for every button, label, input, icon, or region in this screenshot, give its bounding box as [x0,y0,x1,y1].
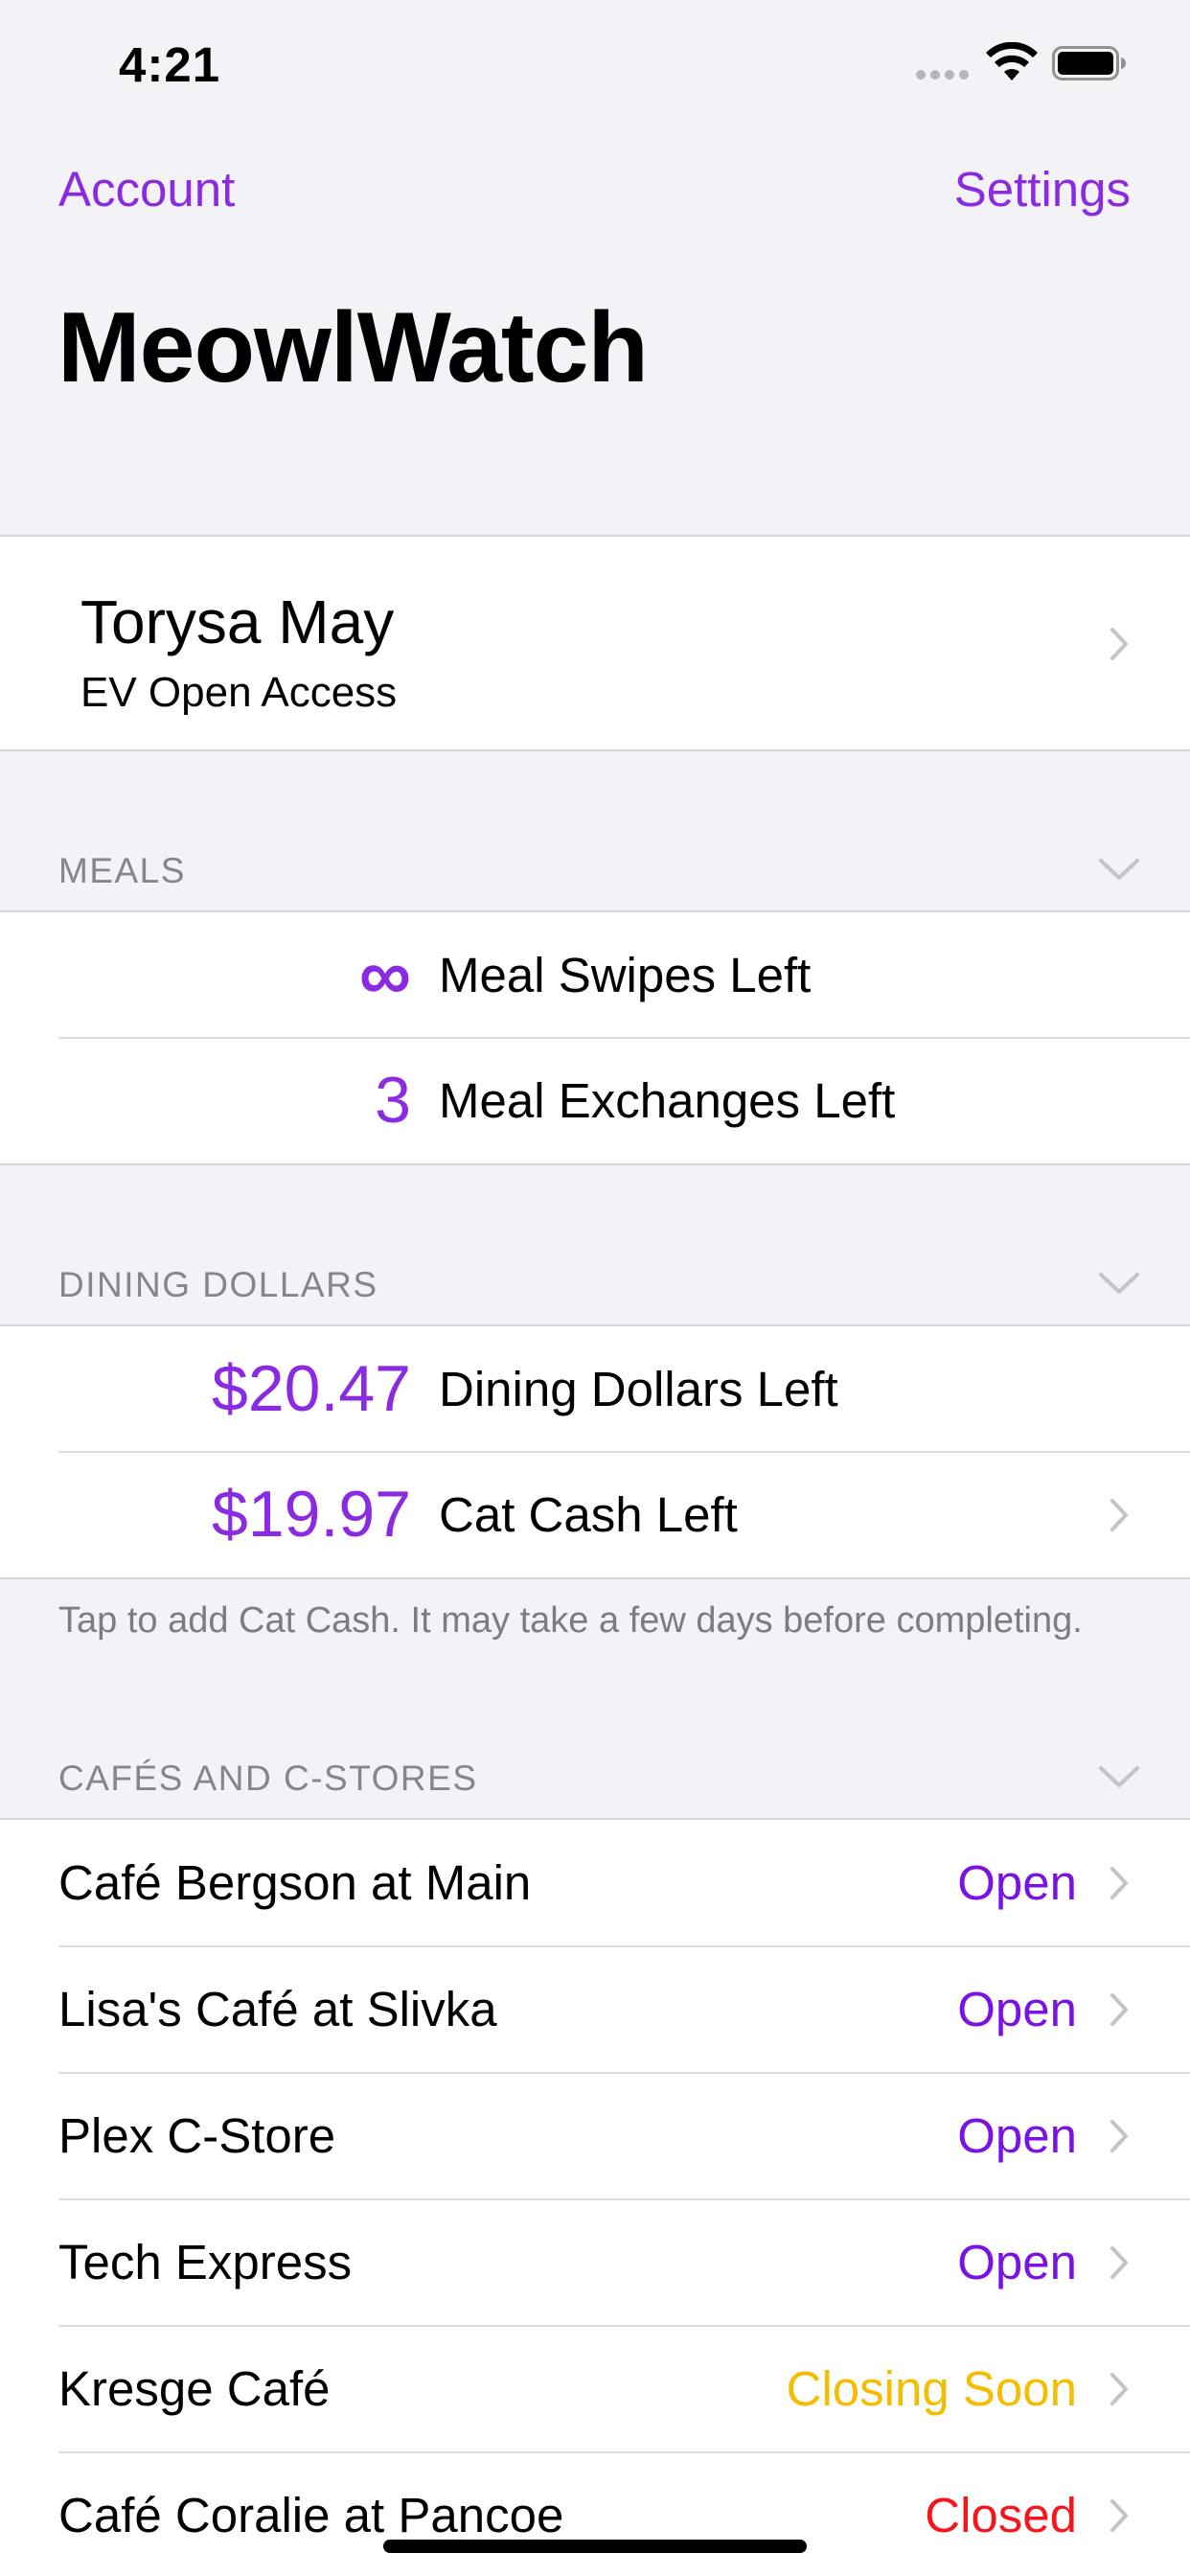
cat-cash-footer-note: Tap to add Cat Cash. It may take a few d… [58,1600,1083,1641]
cafe-status: Open [957,1855,1077,1910]
cafe-name: Café Bergson at Main [58,1855,532,1910]
chevron-right-icon [1110,1499,1128,1531]
chevron-right-icon [1110,2246,1128,2279]
meal-swipes-value: ∞ [358,934,411,1016]
cafe-name: Plex C-Store [58,2108,336,2163]
cafe-row[interactable]: Tech Express Open [0,2198,1190,2326]
account-button[interactable]: Account [58,161,235,218]
dining-dollars-value: $20.47 [212,1352,411,1425]
cafe-row[interactable]: Café Bergson at Main Open [0,1820,1190,1946]
section-header-dining-dollars: DINING DOLLARS [58,1265,378,1304]
status-bar: 4:21 [0,0,1190,126]
account-name: Torysa May [80,587,395,656]
cafe-row[interactable]: Lisa's Café at Slivka Open [0,1945,1190,2073]
cellular-signal-icon [916,70,969,80]
chevron-down-icon[interactable] [1098,1764,1140,1789]
page-title: MeowlWatch [57,292,649,403]
cafe-status: Open [957,1982,1077,2036]
settings-button[interactable]: Settings [954,161,1131,218]
section-header-meals: MEALS [58,851,186,890]
dining-dollars-label: Dining Dollars Left [439,1362,838,1416]
battery-icon [1052,46,1126,80]
dining-dollars-group: $20.47 Dining Dollars Left $19.97 Cat Ca… [0,1324,1190,1579]
account-cell[interactable]: Torysa May EV Open Access [0,535,1190,751]
meals-group: ∞ Meal Swipes Left 3 Meal Exchanges Left [0,910,1190,1165]
cafe-status: Open [957,2235,1077,2289]
cafe-name: Lisa's Café at Slivka [58,1982,497,2036]
cat-cash-label: Cat Cash Left [439,1487,738,1542]
cafe-row[interactable]: Café Coralie at Pancoe Closed [0,2451,1190,2576]
meal-exchanges-row: 3 Meal Exchanges Left [0,1037,1190,1163]
meal-swipes-row: ∞ Meal Swipes Left [0,912,1190,1038]
chevron-down-icon[interactable] [1098,857,1140,882]
cafe-status: Closing Soon [786,2361,1077,2416]
cafe-row[interactable]: Plex C-Store Open [0,2072,1190,2199]
meal-swipes-label: Meal Swipes Left [439,948,812,1002]
dining-dollars-row: $20.47 Dining Dollars Left [0,1326,1190,1452]
chevron-right-icon [1110,628,1128,660]
meal-exchanges-label: Meal Exchanges Left [439,1073,896,1128]
meal-exchanges-value: 3 [375,1064,411,1137]
cat-cash-value: $19.97 [212,1478,411,1551]
chevron-right-icon [1110,1867,1128,1899]
cafes-group: Café Bergson at Main Open Lisa's Café at… [0,1818,1190,2576]
chevron-right-icon [1110,2499,1128,2532]
chevron-right-icon [1110,2120,1128,2152]
account-plan: EV Open Access [80,669,398,716]
cafe-row[interactable]: Kresge Café Closing Soon [0,2325,1190,2452]
wifi-icon [986,42,1038,80]
chevron-down-icon[interactable] [1098,1271,1140,1296]
cafe-name: Kresge Café [58,2361,331,2416]
chevron-right-icon [1110,1993,1128,2026]
cafe-status: Open [957,2108,1077,2163]
cafe-status: Closed [925,2488,1077,2542]
cafe-name: Tech Express [58,2235,353,2289]
cafe-name: Café Coralie at Pancoe [58,2488,564,2542]
chevron-right-icon [1110,2373,1128,2405]
status-time: 4:21 [119,37,221,92]
home-indicator[interactable] [383,2540,807,2553]
screen: 4:21 Account Settings MeowlWatch Torysa … [0,0,1190,2576]
cat-cash-row[interactable]: $19.97 Cat Cash Left [0,1451,1190,1577]
section-header-cafes: CAFÉS AND C-STORES [58,1759,478,1798]
